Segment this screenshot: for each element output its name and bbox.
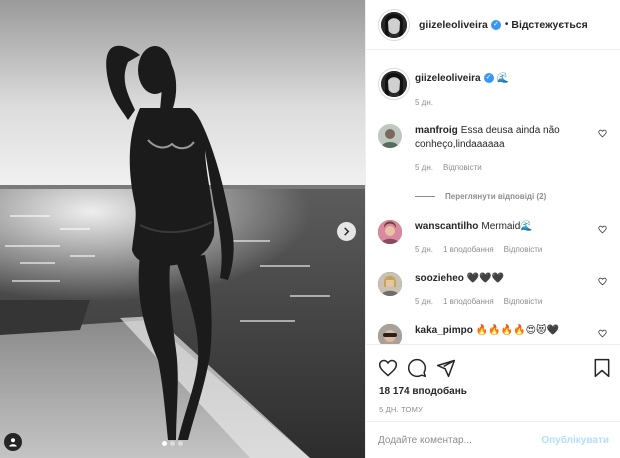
post-container: giizeleoliveira ✓ • Відстежується giizel…	[0, 0, 620, 458]
avatar-image	[381, 71, 407, 97]
avatar-image	[378, 124, 402, 148]
comment-item: kaka_pimpo 🔥🔥🔥🔥😍😻🖤	[378, 324, 613, 344]
avatar-image	[378, 272, 402, 296]
caption-body: giizeleoliveira ✓ 🌊 5 дн.	[415, 72, 595, 110]
comment-item: soozieheo 🖤🖤🖤 5 дн. 1 вподобання Відповіс…	[378, 272, 613, 312]
share-icon[interactable]	[436, 358, 456, 378]
comments-list: giizeleoliveira ✓ 🌊 5 дн. manfroig Essa deu…	[366, 50, 620, 344]
header-username[interactable]: giizeleoliveira	[419, 19, 488, 31]
like-comment-heart-icon[interactable]	[598, 225, 607, 234]
comment-item: wanscantilho Mermaid🌊 5 дн. 1 вподобання …	[378, 220, 613, 260]
comment-likes[interactable]: 1 вподобання	[443, 243, 494, 257]
comment-item: manfroig Essa deusa ainda não conheço,lin…	[378, 124, 613, 184]
carousel-dot	[162, 441, 167, 446]
next-photo-button[interactable]	[337, 222, 356, 241]
carousel-dots	[162, 441, 183, 446]
like-comment-heart-icon[interactable]	[598, 329, 607, 338]
avatar-image	[378, 324, 402, 344]
post-timestamp[interactable]: 5 ДН. ТОМУ	[379, 405, 423, 414]
avatar[interactable]	[378, 324, 402, 344]
view-replies-button[interactable]: Переглянути відповіді (2)	[415, 192, 546, 201]
comment-time[interactable]: 5 дн.	[415, 243, 433, 257]
bookmark-icon[interactable]	[593, 358, 611, 378]
comment-text: 🔥🔥🔥🔥😍😻🖤	[475, 325, 559, 336]
comment-time[interactable]: 5 дн.	[415, 161, 433, 175]
post-header: giizeleoliveira ✓ • Відстежується	[366, 0, 620, 50]
comment-meta: 5 дн. 1 вподобання Відповісти	[415, 243, 595, 257]
like-comment-heart-icon[interactable]	[598, 129, 607, 138]
avatar-ring[interactable]	[378, 8, 410, 41]
like-comment-heart-icon[interactable]	[598, 277, 607, 286]
comment-icon[interactable]	[407, 358, 427, 378]
verified-badge-icon: ✓	[483, 73, 494, 84]
user-icon	[9, 438, 17, 447]
tagged-users-button[interactable]	[4, 433, 22, 451]
comment-username[interactable]: soozieheo	[415, 273, 464, 284]
comment-text: 🖤🖤🖤	[466, 273, 505, 284]
comment-body: wanscantilho Mermaid🌊 5 дн. 1 вподобання …	[415, 220, 595, 257]
post-caption: giizeleoliveira ✓ 🌊 5 дн.	[378, 68, 613, 118]
avatar[interactable]	[378, 220, 402, 244]
avatar	[381, 71, 407, 97]
likes-count[interactable]: 18 174 вподобань	[379, 386, 467, 397]
carousel-dot	[170, 441, 175, 446]
avatar-ring[interactable]	[378, 68, 410, 100]
avatar[interactable]	[378, 272, 402, 296]
comment-text: Mermaid🌊	[481, 221, 533, 232]
publish-button[interactable]: Опублікувати	[541, 435, 609, 446]
caption-meta: 5 дн.	[415, 96, 595, 110]
comment-input[interactable]	[378, 435, 538, 446]
avatar[interactable]	[378, 124, 402, 148]
separator-dot: •	[504, 19, 509, 30]
avatar-image	[381, 11, 407, 38]
add-comment-bar: Опублікувати	[366, 421, 620, 458]
comment-meta: 5 дн. 1 вподобання Відповісти	[415, 295, 595, 309]
action-bar	[378, 358, 618, 380]
comment-meta: 5 дн. Відповісти	[415, 161, 595, 175]
avatar	[381, 11, 407, 38]
reply-button[interactable]: Відповісти	[504, 243, 543, 257]
avatar-image	[378, 220, 402, 244]
divider-line	[415, 196, 435, 197]
comment-time[interactable]: 5 дн.	[415, 295, 433, 309]
reply-button[interactable]: Відповісти	[443, 161, 482, 175]
comment-body: manfroig Essa deusa ainda não conheço,lin…	[415, 124, 595, 175]
comment-body: soozieheo 🖤🖤🖤 5 дн. 1 вподобання Відповіс…	[415, 272, 595, 309]
view-replies-label: Переглянути відповіді (2)	[445, 192, 547, 201]
comment-likes[interactable]: 1 вподобання	[443, 295, 494, 309]
comment-username[interactable]: wanscantilho	[415, 221, 478, 232]
heart-icon[interactable]	[378, 358, 398, 378]
following-button[interactable]: Відстежується	[511, 19, 587, 31]
verified-badge-icon: ✓	[490, 19, 501, 30]
carousel-dot	[178, 441, 183, 446]
comment-username[interactable]: kaka_pimpo	[415, 325, 473, 336]
comment-body: kaka_pimpo 🔥🔥🔥🔥😍😻🖤	[415, 324, 595, 338]
chevron-right-icon	[344, 227, 350, 236]
caption-text: 🌊	[496, 73, 510, 84]
caption-time[interactable]: 5 дн.	[415, 96, 433, 110]
caption-username[interactable]: giizeleoliveira	[415, 73, 481, 84]
post-photo[interactable]	[0, 0, 365, 458]
photo-scene	[0, 0, 365, 458]
post-sidebar: giizeleoliveira ✓ • Відстежується giizel…	[365, 0, 620, 458]
comment-username[interactable]: manfroig	[415, 125, 458, 136]
reply-button[interactable]: Відповісти	[504, 295, 543, 309]
post-actions: 18 174 вподобань 5 ДН. ТОМУ Опублікувати	[366, 344, 620, 458]
